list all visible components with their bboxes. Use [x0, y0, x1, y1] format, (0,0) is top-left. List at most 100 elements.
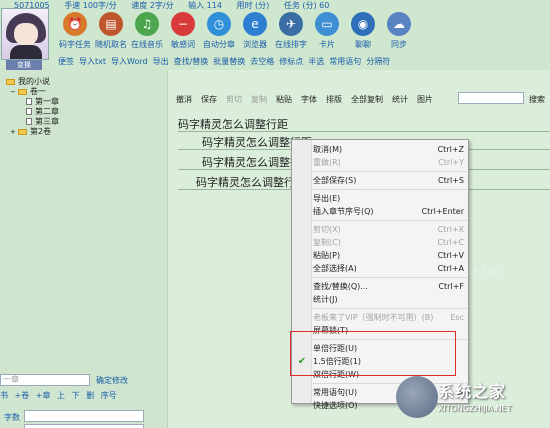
context-menu-item[interactable]: 全部保存(S) Ctrl+S: [313, 174, 468, 187]
menu-item[interactable]: 查找/替换: [174, 57, 209, 66]
context-menu-item[interactable]: 粘贴(P) Ctrl+V: [313, 249, 468, 262]
menu-item-label: 常用语句(U): [313, 388, 358, 397]
context-menu-item[interactable]: 统计(J): [313, 293, 468, 306]
tool-no-entry-button[interactable]: − 敏感词: [166, 12, 200, 50]
confirm-edit-link[interactable]: 确定修改: [96, 375, 128, 386]
tool-label: 聊聊: [355, 40, 371, 49]
context-menu-item[interactable]: 取消(M) Ctrl+Z: [313, 143, 468, 156]
toolbar-button[interactable]: 粘贴: [276, 95, 292, 104]
alarm-clock-icon: ⏰: [63, 12, 87, 36]
site-logo: 系统之家 XITONGZHIJIA.NET: [392, 372, 550, 428]
delete-button[interactable]: 删: [86, 391, 94, 400]
menu-item-label: 粘贴(P): [313, 251, 341, 260]
context-menu-item[interactable]: 插入章节序号(Q) Ctrl+Enter: [313, 205, 468, 218]
toolbar-button[interactable]: 图片: [417, 95, 433, 104]
context-menu-item[interactable]: 复制(C) Ctrl+C: [313, 236, 468, 249]
add-volume-button[interactable]: +卷: [15, 391, 30, 400]
menu-item[interactable]: 分隔符: [366, 57, 390, 66]
toolbar-button[interactable]: 保存: [201, 95, 217, 104]
tool-chat-bubble-button[interactable]: ◉ 聊聊: [346, 12, 380, 50]
menu-bar: 便签 导入txt 导入Word 导出 查找/替换 批量替换 去空格 修标点 半选 常用语句 分隔符: [58, 56, 550, 68]
tree-vol2[interactable]: + 第2卷: [10, 126, 51, 137]
avatar-label[interactable]: 变换: [6, 60, 42, 70]
wordcount-field-2: [24, 424, 144, 428]
chapter-name-input[interactable]: 一章: [0, 374, 90, 386]
tool-label: 浏览器: [243, 40, 267, 49]
stats-bar: 5071005 手速 100字/分 速度 2字/分 输入 114 用时 (分) …: [14, 0, 550, 10]
menu-item[interactable]: 导出: [153, 57, 169, 66]
tool-music-note-button[interactable]: ♫ 在线音乐: [130, 12, 164, 50]
tree-vol2-label: 第2卷: [30, 127, 52, 136]
rocket-icon: ✈: [279, 12, 303, 36]
tool-card-button[interactable]: ▭ 卡片: [310, 12, 344, 50]
tool-label: 敏感词: [171, 40, 195, 49]
move-up-button[interactable]: 上: [57, 391, 65, 400]
toolbar-button[interactable]: 剪切: [226, 95, 242, 104]
toolbar-button[interactable]: 撤消: [176, 95, 192, 104]
sequence-button[interactable]: 序号: [101, 391, 117, 400]
tool-ie-browser-button[interactable]: e 浏览器: [238, 12, 272, 50]
menu-item[interactable]: 修标点: [279, 57, 303, 66]
toolbar-button[interactable]: 统计: [392, 95, 408, 104]
menu-item[interactable]: 导入txt: [79, 57, 106, 66]
no-entry-icon: −: [171, 12, 195, 36]
folder-icon: [18, 88, 27, 95]
editor-line-text: 码字精灵怎么调整行距: [178, 118, 288, 131]
tree-chapter-label: 第一章: [35, 97, 59, 106]
menu-item[interactable]: 便签: [58, 57, 74, 66]
menu-shortcut: Ctrl+F: [438, 282, 464, 291]
avatar-body: [10, 45, 42, 59]
tool-label: 同步: [391, 40, 407, 49]
toolbar-button[interactable]: 字体: [301, 95, 317, 104]
tool-cloud-sync-button[interactable]: ☁ 同步: [382, 12, 416, 50]
tool-rocket-button[interactable]: ✈ 在线排字: [274, 12, 308, 50]
context-menu-item[interactable]: 剪切(X) Ctrl+X: [313, 223, 468, 236]
wordcount-label: 字数: [4, 413, 20, 422]
context-menu-item[interactable]: 全部选择(A) Ctrl+A: [313, 262, 468, 275]
logo-domain: XITONGZHIJIA.NET: [438, 404, 512, 413]
menu-item[interactable]: 常用语句: [329, 57, 361, 66]
toolbar-button[interactable]: 全部复制: [351, 95, 383, 104]
context-menu-item[interactable]: 导出(E): [313, 192, 468, 205]
context-menu-item[interactable]: 重做(R) Ctrl+Y: [313, 156, 468, 169]
move-down-button[interactable]: 下: [72, 391, 80, 400]
avatar-face: [14, 23, 38, 45]
tool-timer-button[interactable]: ◷ 自动分章: [202, 12, 236, 50]
stat-item: 速度 2字/分: [131, 1, 174, 10]
menu-item[interactable]: 导入Word: [111, 57, 148, 66]
stat-item: 任务 (分) 60: [283, 1, 330, 10]
tool-book-button[interactable]: ▤ 随机取名: [94, 12, 128, 50]
menu-item[interactable]: 去空格: [250, 57, 274, 66]
folder-icon: [6, 78, 15, 85]
menu-item[interactable]: 半选: [308, 57, 324, 66]
menu-item-label: 快捷选项(O): [313, 401, 358, 410]
document-icon: [26, 108, 32, 115]
menu-item-label: 统计(J): [313, 295, 338, 304]
expand-icon[interactable]: +: [10, 128, 17, 136]
menu-shortcut: Ctrl+X: [437, 225, 464, 234]
avatar[interactable]: [1, 8, 49, 60]
collapse-icon[interactable]: −: [10, 88, 17, 96]
tool-label: 在线排字: [275, 40, 307, 49]
tool-alarm-clock-button[interactable]: ⏰ 码字任务: [58, 12, 92, 50]
toolbar-button[interactable]: 复制: [251, 95, 267, 104]
search-button[interactable]: 搜索: [529, 94, 545, 105]
document-icon: [26, 118, 32, 125]
search-input[interactable]: [458, 92, 524, 104]
menu-item[interactable]: 批量替换: [213, 57, 245, 66]
menu-item-label: 取消(M): [313, 145, 343, 154]
menu-shortcut: Ctrl+C: [437, 238, 464, 247]
add-chapter-button[interactable]: +章: [36, 391, 51, 400]
folder-icon: [18, 128, 27, 135]
context-menu-item[interactable]: 老板来了VIP（强制时不可用）(B) Esc: [313, 311, 468, 324]
toolbar-button[interactable]: 排版: [326, 95, 342, 104]
tree-chapter-label: 第三章: [35, 117, 59, 126]
editor-line[interactable]: 码字精灵怎么调整行距: [178, 116, 550, 132]
editor-toolbar: 撤消 保存 剪切 复制 粘贴 字体 排版 全部复制 统计 图片: [176, 94, 442, 105]
menu-shortcut: Ctrl+S: [437, 176, 464, 185]
menu-shortcut: Esc: [450, 313, 464, 322]
context-menu-item[interactable]: 查找/替换(Q)... Ctrl+F: [313, 280, 468, 293]
tool-label: 随机取名: [95, 40, 127, 49]
book-button[interactable]: 书: [0, 391, 8, 400]
stat-item: 手速 100字/分: [64, 1, 117, 10]
